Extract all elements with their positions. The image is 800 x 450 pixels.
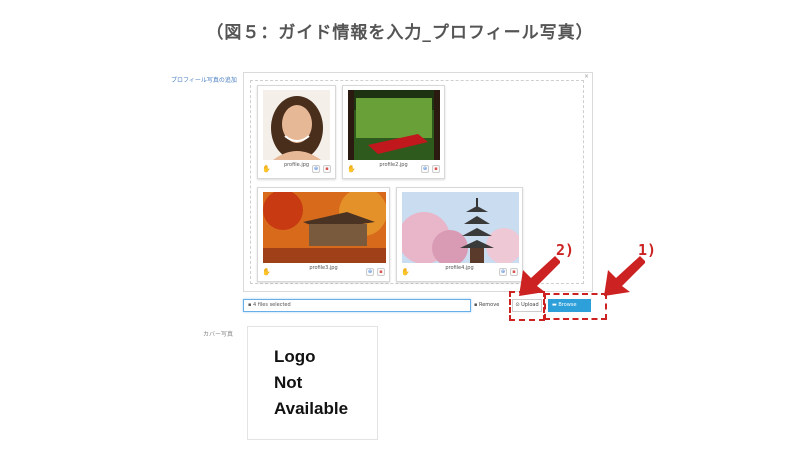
logo-placeholder-line: Available [274,399,349,418]
file-caption-text: 4 files selected [252,302,291,308]
drag-handle-icon[interactable]: ✋ [401,268,410,276]
thumbnail-image [402,192,519,263]
thumbnail-card: profile.jpg ✋ ⊕ ▪ [257,85,336,179]
logo-placeholder-line: Logo [274,347,316,366]
drag-handle-icon[interactable]: ✋ [262,268,271,276]
trash-icon[interactable]: ▪ [377,268,385,276]
annotation-step-2: 2) [556,241,575,259]
annotation-arrow-icon [519,256,560,296]
thumbnail-card: profile4.jpg ✋ ⊕ ▪ [396,187,523,282]
zoom-icon[interactable]: ⊕ [421,165,429,173]
remove-button[interactable]: ▪ Remove [474,299,507,312]
file-caption-input[interactable]: ▪ 4 files selected [243,299,471,312]
thumbnail-image [348,90,440,160]
trash-icon: ▪ [474,302,478,308]
annotation-step-1: 1) [638,241,657,259]
file-icon: ▪ [248,302,252,308]
logo-placeholder-line: Not [274,373,303,392]
page-title: （図５：ガイド情報を入力_プロフィール写真） [206,23,594,43]
zoom-icon[interactable]: ⊕ [366,268,374,276]
thumbnail-card: profile2.jpg ✋ ⊕ ▪ [342,85,445,179]
drag-handle-icon[interactable]: ✋ [262,165,271,173]
cover-photo-label: カバー写真 [203,331,234,338]
zoom-icon[interactable]: ⊕ [499,268,507,276]
drag-handle-icon[interactable]: ✋ [347,165,356,173]
thumbnail-image [263,90,330,160]
profile-photo-label: プロフィール写真の追加 [171,77,237,84]
logo-placeholder: Logo Not Available [247,326,378,440]
thumbnail-image [263,192,386,263]
remove-label: Remove [478,302,500,308]
close-icon[interactable]: × [584,73,589,80]
trash-icon[interactable]: ▪ [323,165,331,173]
thumbnail-card: profile3.jpg ✋ ⊕ ▪ [257,187,390,282]
zoom-icon[interactable]: ⊕ [312,165,320,173]
trash-icon[interactable]: ▪ [432,165,440,173]
